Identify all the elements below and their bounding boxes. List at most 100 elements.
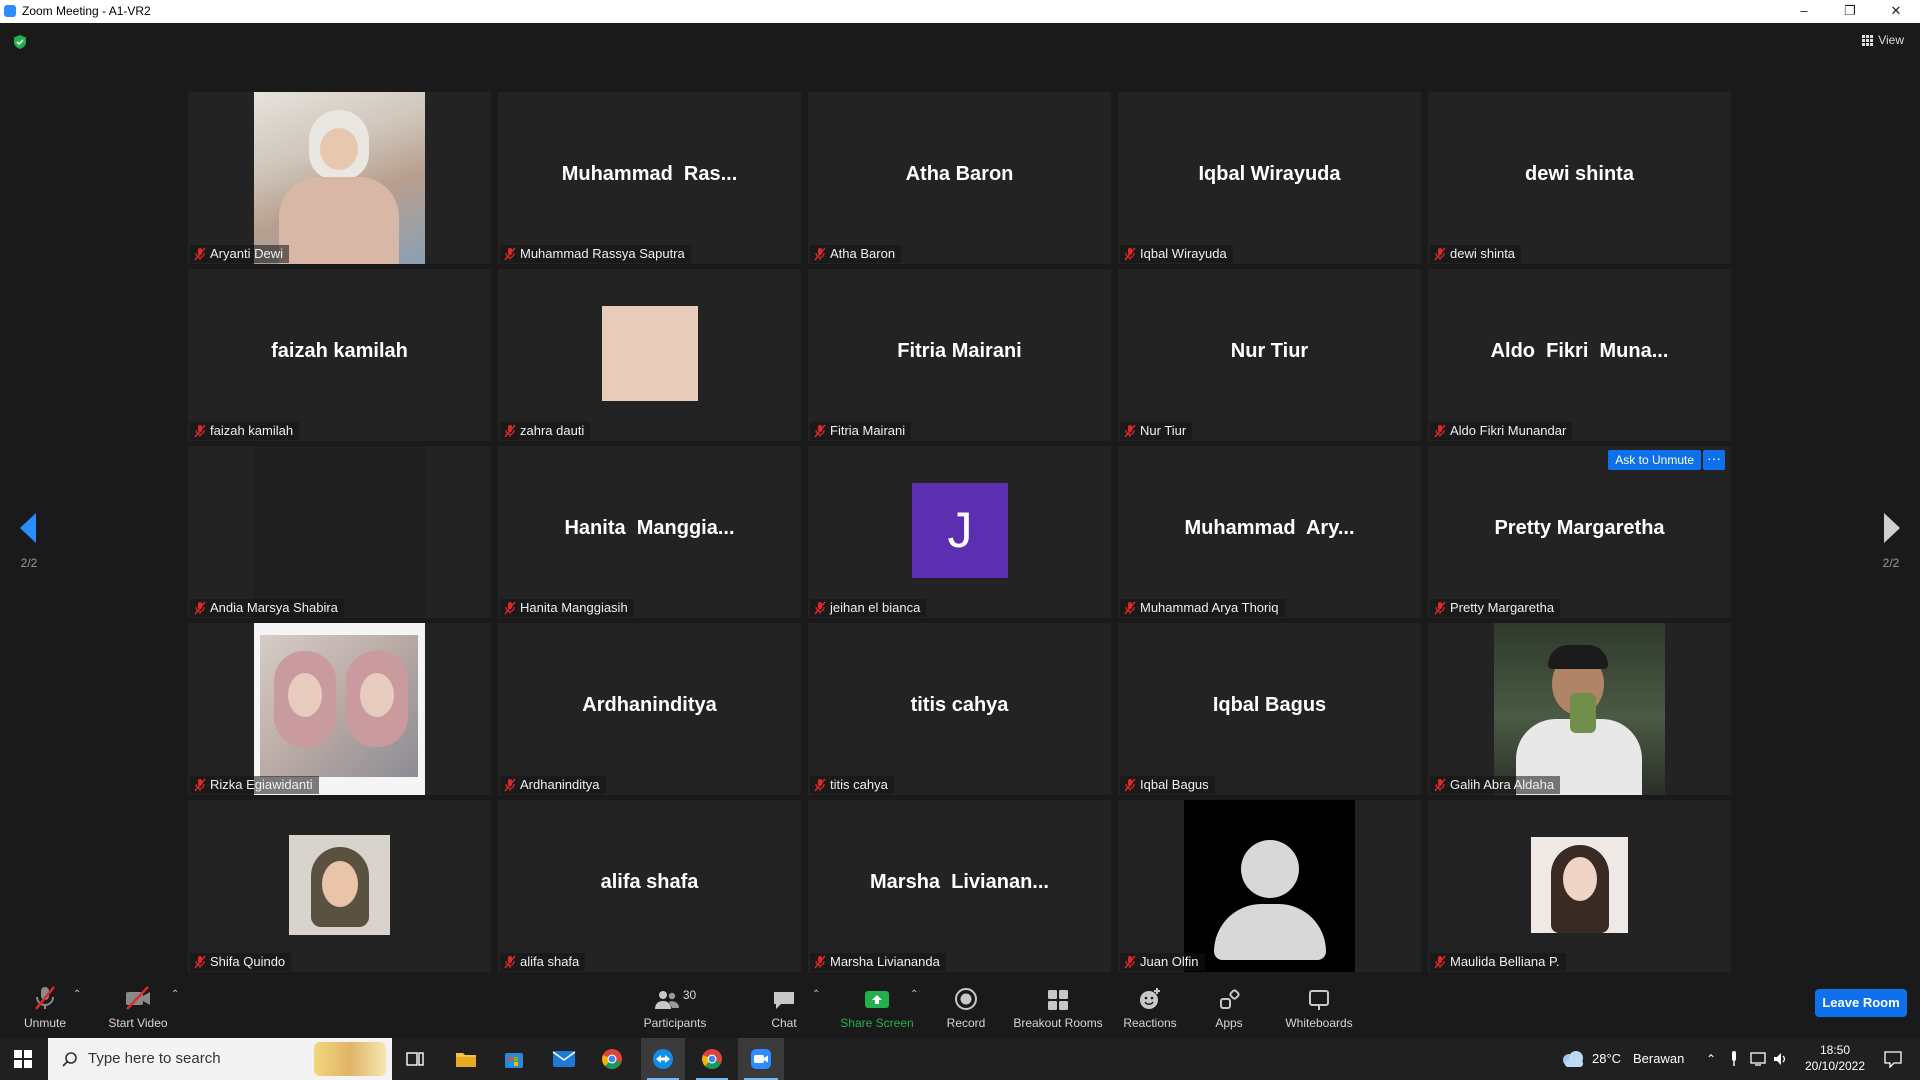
weather-temperature[interactable]: 28°C bbox=[1592, 1038, 1621, 1080]
participant-tile[interactable]: Iqbal Bagus Iqbal Bagus bbox=[1118, 623, 1421, 795]
apps-icon bbox=[1220, 989, 1240, 1009]
participant-name-label: jeihan el bianca bbox=[810, 599, 927, 617]
participant-name-label: Marsha Liviananda bbox=[810, 953, 946, 971]
participant-tile[interactable]: Aldo Fikri Muna... Aldo Fikri Munandar bbox=[1428, 269, 1731, 441]
muted-mic-icon bbox=[814, 424, 826, 438]
restore-button[interactable]: ❐ bbox=[1827, 0, 1873, 23]
tray-overflow-chevron-icon[interactable]: ⌃ bbox=[1706, 1038, 1716, 1080]
avatar: J bbox=[912, 483, 1008, 578]
video-off-icon bbox=[126, 986, 150, 1010]
microsoft-store-icon[interactable] bbox=[503, 1048, 525, 1070]
previous-page-arrow-icon[interactable] bbox=[20, 513, 36, 543]
taskbar-active-app[interactable] bbox=[641, 1038, 685, 1080]
taskbar-search-box[interactable]: Type here to search bbox=[48, 1038, 392, 1080]
muted-mic-icon bbox=[194, 955, 206, 969]
participant-tile[interactable]: Andia Marsya Shabira bbox=[188, 446, 491, 618]
participant-name-label: titis cahya bbox=[810, 776, 894, 794]
whiteboard-icon bbox=[1309, 990, 1329, 1010]
taskbar-zoom-app[interactable] bbox=[738, 1038, 784, 1080]
participant-tile[interactable]: Atha Baron Atha Baron bbox=[808, 92, 1111, 264]
participant-display-name: Nur Tiur bbox=[1230, 340, 1309, 362]
participant-name-label: Muhammad Arya Thoriq bbox=[1120, 599, 1285, 617]
ask-to-unmute-button[interactable]: Ask to Unmute bbox=[1608, 450, 1701, 470]
participant-name-label: zahra dauti bbox=[500, 422, 591, 440]
participant-video bbox=[1531, 837, 1628, 933]
weather-condition[interactable]: Berawan bbox=[1633, 1038, 1684, 1080]
taskbar-clock[interactable]: 18:50 20/10/2022 bbox=[1800, 1038, 1870, 1080]
muted-mic-icon bbox=[194, 601, 206, 615]
network-icon[interactable] bbox=[1750, 1051, 1768, 1067]
participant-tile[interactable]: Maulida Belliana P. bbox=[1428, 800, 1731, 972]
notification-center-icon[interactable] bbox=[1884, 1050, 1902, 1068]
participant-name-label: Aldo Fikri Munandar bbox=[1430, 422, 1573, 440]
participant-name-label: Shifa Quindo bbox=[190, 953, 292, 971]
video-options-chevron-icon[interactable]: ⌃ bbox=[171, 989, 179, 1000]
breakout-rooms-button[interactable]: Breakout Rooms bbox=[1012, 975, 1104, 1038]
teamviewer-icon bbox=[653, 1049, 673, 1069]
participant-name-label: Pretty Margaretha bbox=[1430, 599, 1561, 617]
more-options-button[interactable]: ··· bbox=[1703, 450, 1725, 470]
participant-tile[interactable]: Aryanti Dewi bbox=[188, 92, 491, 264]
breakout-rooms-icon bbox=[1048, 990, 1068, 1010]
participant-tile[interactable]: titis cahya titis cahya bbox=[808, 623, 1111, 795]
share-options-chevron-icon[interactable]: ⌃ bbox=[910, 989, 918, 1000]
participant-display-name: Hanita Manggia... bbox=[564, 517, 735, 539]
participant-tile[interactable]: J jeihan el bianca bbox=[808, 446, 1111, 618]
task-view-icon[interactable] bbox=[406, 1050, 424, 1068]
muted-mic-icon bbox=[194, 247, 206, 261]
share-screen-button[interactable]: Share Screen bbox=[836, 975, 918, 1038]
microphone-tray-icon[interactable] bbox=[1729, 1051, 1739, 1067]
participant-tile[interactable]: Nur Tiur Nur Tiur bbox=[1118, 269, 1421, 441]
participant-name-label: dewi shinta bbox=[1430, 245, 1522, 263]
participant-tile[interactable]: alifa shafa alifa shafa bbox=[498, 800, 801, 972]
participant-tile[interactable]: Muhammad Ras... Muhammad Rassya Saputra bbox=[498, 92, 801, 264]
record-button[interactable]: Record bbox=[942, 975, 990, 1038]
participant-display-name: Pretty Margaretha bbox=[1494, 517, 1665, 539]
chrome-icon[interactable] bbox=[601, 1048, 623, 1070]
chat-options-chevron-icon[interactable]: ⌃ bbox=[812, 989, 820, 1000]
participants-button[interactable]: 30 Participants bbox=[638, 975, 712, 1038]
chat-button[interactable]: Chat bbox=[764, 975, 804, 1038]
participant-tile[interactable]: faizah kamilah faizah kamilah bbox=[188, 269, 491, 441]
participant-tile[interactable]: Ask to Unmute ··· Pretty Margaretha Pret… bbox=[1428, 446, 1731, 618]
unmute-button[interactable]: Unmute bbox=[14, 975, 76, 1038]
muted-mic-icon bbox=[504, 601, 516, 615]
participant-tile[interactable]: Juan Olfin bbox=[1118, 800, 1421, 972]
participant-tile[interactable]: dewi shinta dewi shinta bbox=[1428, 92, 1731, 264]
participant-video bbox=[254, 446, 425, 618]
windows-start-icon[interactable] bbox=[14, 1050, 32, 1068]
volume-icon[interactable] bbox=[1773, 1051, 1789, 1067]
view-button[interactable]: View bbox=[1862, 33, 1904, 47]
participant-video bbox=[254, 623, 425, 795]
participant-tile[interactable]: Muhammad Ary... Muhammad Arya Thoriq bbox=[1118, 446, 1421, 618]
file-explorer-icon[interactable] bbox=[455, 1049, 477, 1069]
apps-button[interactable]: Apps bbox=[1208, 975, 1250, 1038]
participant-tile[interactable]: zahra dauti bbox=[498, 269, 801, 441]
cloudy-weather-icon[interactable] bbox=[1560, 1050, 1586, 1068]
participant-name-label: Ardhaninditya bbox=[500, 776, 606, 794]
participant-tile[interactable]: Galih Abra Aldaha bbox=[1428, 623, 1731, 795]
participant-tile[interactable]: Shifa Quindo bbox=[188, 800, 491, 972]
mail-icon[interactable] bbox=[552, 1050, 576, 1068]
search-highlight-icon bbox=[314, 1042, 386, 1076]
start-video-button[interactable]: Start Video bbox=[104, 975, 172, 1038]
participant-tile[interactable]: Hanita Manggia... Hanita Manggiasih bbox=[498, 446, 801, 618]
participant-tile[interactable]: Iqbal Wirayuda Iqbal Wirayuda bbox=[1118, 92, 1421, 264]
participant-tile[interactable]: Marsha Livianan... Marsha Liviananda bbox=[808, 800, 1111, 972]
participant-display-name: Iqbal Bagus bbox=[1212, 694, 1327, 716]
minimize-button[interactable]: – bbox=[1781, 0, 1827, 23]
taskbar-chrome-profile[interactable] bbox=[690, 1038, 734, 1080]
whiteboards-button[interactable]: Whiteboards bbox=[1282, 975, 1356, 1038]
audio-options-chevron-icon[interactable]: ⌃ bbox=[73, 989, 81, 1000]
muted-mic-icon bbox=[504, 424, 516, 438]
muted-mic-icon bbox=[1434, 247, 1446, 261]
reactions-button[interactable]: Reactions bbox=[1120, 975, 1180, 1038]
leave-room-button[interactable]: Leave Room bbox=[1815, 989, 1907, 1017]
muted-mic-icon bbox=[1124, 424, 1136, 438]
participant-tile[interactable]: Fitria Mairani Fitria Mairani bbox=[808, 269, 1111, 441]
participant-tile[interactable]: Ardhaninditya Ardhaninditya bbox=[498, 623, 801, 795]
search-icon bbox=[62, 1052, 77, 1067]
participant-tile[interactable]: Rizka Egiawidanti bbox=[188, 623, 491, 795]
next-page-arrow-icon[interactable] bbox=[1884, 513, 1900, 543]
close-button[interactable]: ✕ bbox=[1873, 0, 1919, 23]
